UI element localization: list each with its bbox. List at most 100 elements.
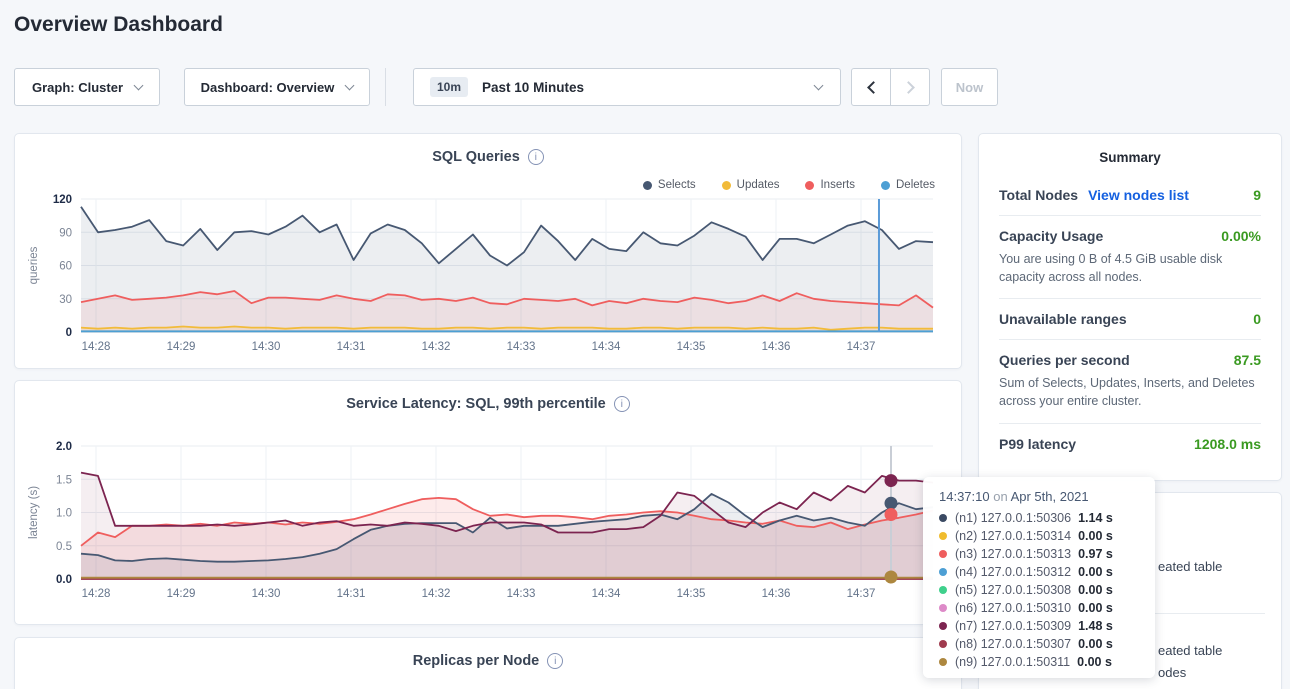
- service-latency-chart[interactable]: 0.00.51.01.52.014:2814:2914:3014:3114:32…: [15, 436, 963, 606]
- graph-dropdown[interactable]: Graph: Cluster: [14, 68, 160, 106]
- tooltip-row: (n1) 127.0.0.1:50306 1.14 s: [939, 509, 1155, 527]
- svg-text:14:31: 14:31: [337, 341, 366, 353]
- svg-text:2.0: 2.0: [56, 441, 72, 453]
- tooltip-node-value: 1.48 s: [1078, 619, 1113, 633]
- summary-description: Sum of Selects, Updates, Inserts, and De…: [999, 374, 1261, 410]
- svg-text:120: 120: [53, 194, 72, 206]
- summary-label: P99 latency: [999, 436, 1076, 452]
- chart-title-text: Replicas per Node: [413, 653, 540, 669]
- svg-text:14:33: 14:33: [507, 588, 536, 600]
- series-dot-icon: [939, 640, 947, 648]
- tooltip-node-label: (n7) 127.0.0.1:50309: [955, 619, 1071, 633]
- summary-label: Capacity Usage: [999, 228, 1103, 244]
- tooltip-node-label: (n6) 127.0.0.1:50310: [955, 601, 1071, 615]
- series-dot-icon: [939, 514, 947, 522]
- summary-value: 0: [1253, 311, 1261, 327]
- svg-text:latency (s): latency (s): [28, 486, 40, 539]
- svg-text:14:31: 14:31: [337, 588, 366, 600]
- series-dot-icon: [939, 658, 947, 666]
- tooltip-node-label: (n8) 127.0.0.1:50307: [955, 637, 1071, 651]
- summary-row-capacity-usage: Capacity Usage 0.00% You are using 0 B o…: [999, 216, 1261, 299]
- svg-text:14:35: 14:35: [677, 341, 706, 353]
- svg-text:14:34: 14:34: [592, 588, 621, 600]
- svg-text:14:30: 14:30: [252, 588, 281, 600]
- tooltip-node-value: 0.00 s: [1078, 565, 1113, 579]
- svg-text:14:36: 14:36: [762, 341, 791, 353]
- tooltip-row: (n3) 127.0.0.1:50313 0.97 s: [939, 545, 1155, 563]
- info-icon[interactable]: i: [547, 653, 563, 669]
- tooltip-row: (n4) 127.0.0.1:503120.00 s: [939, 563, 1155, 581]
- svg-text:30: 30: [59, 294, 72, 306]
- sql-queries-chart[interactable]: 030609012014:2814:2914:3014:3114:3214:33…: [15, 189, 963, 359]
- summary-value: 9: [1253, 187, 1261, 203]
- svg-text:1.5: 1.5: [56, 474, 72, 486]
- svg-text:14:36: 14:36: [762, 588, 791, 600]
- svg-text:14:32: 14:32: [422, 341, 451, 353]
- tooltip-node-value: 1.14 s: [1078, 511, 1113, 525]
- chevron-down-icon: [134, 80, 144, 90]
- svg-text:14:30: 14:30: [252, 341, 281, 353]
- info-icon[interactable]: i: [614, 396, 630, 412]
- time-range-label: Past 10 Minutes: [482, 80, 584, 95]
- info-icon[interactable]: i: [528, 149, 544, 165]
- sql-queries-title: SQL Queries i: [15, 149, 961, 165]
- event-text-fragment: eated table: [1158, 643, 1222, 658]
- svg-text:14:28: 14:28: [82, 588, 111, 600]
- tooltip-node-value: 0.00 s: [1078, 601, 1113, 615]
- chart-title-text: Service Latency: SQL, 99th percentile: [346, 396, 606, 412]
- graph-dropdown-label: Graph: Cluster: [32, 80, 123, 95]
- page-title: Overview Dashboard: [14, 13, 223, 37]
- tooltip-node-label: (n1) 127.0.0.1:50306: [955, 511, 1071, 525]
- svg-text:0: 0: [66, 327, 72, 339]
- event-text-fragment: eated table: [1158, 559, 1222, 574]
- summary-title: Summary: [979, 150, 1281, 165]
- svg-text:14:34: 14:34: [592, 341, 621, 353]
- time-prev-button[interactable]: [851, 68, 891, 106]
- svg-text:0.0: 0.0: [56, 574, 72, 586]
- series-dot-icon: [939, 550, 947, 558]
- summary-label: Queries per second: [999, 352, 1130, 368]
- time-next-button[interactable]: [890, 68, 930, 106]
- tooltip-node-value: 0.00 s: [1078, 529, 1113, 543]
- summary-row-total-nodes: Total Nodes View nodes list 9: [999, 175, 1261, 216]
- chevron-down-icon: [345, 80, 355, 90]
- series-dot-icon: [939, 604, 947, 612]
- svg-text:14:37: 14:37: [847, 341, 876, 353]
- summary-row-unavailable-ranges: Unavailable ranges 0: [999, 299, 1261, 340]
- summary-value: 87.5: [1234, 352, 1261, 368]
- dashboard-dropdown-label: Dashboard: Overview: [201, 80, 335, 95]
- tooltip-node-label: (n3) 127.0.0.1:50313: [955, 547, 1071, 561]
- summary-value: 1208.0 ms: [1194, 436, 1261, 452]
- replicas-per-node-title: Replicas per Node i: [15, 653, 961, 669]
- now-button[interactable]: Now: [941, 68, 998, 106]
- tooltip-node-value: 0.97 s: [1078, 547, 1113, 561]
- svg-text:90: 90: [59, 227, 72, 239]
- tooltip-node-value: 0.00 s: [1077, 655, 1112, 669]
- svg-text:14:33: 14:33: [507, 341, 536, 353]
- series-dot-icon: [939, 568, 947, 576]
- series-dot-icon: [939, 532, 947, 540]
- tooltip-sep: on: [990, 489, 1011, 504]
- sql-queries-card: SQL Queries i SelectsUpdatesInsertsDelet…: [14, 133, 962, 369]
- summary-row-queries-per-second: Queries per second 87.5 Sum of Selects, …: [999, 340, 1261, 423]
- series-dot-icon: [939, 622, 947, 630]
- view-nodes-list-link[interactable]: View nodes list: [1088, 187, 1189, 203]
- tooltip-time: 14:37:10: [939, 489, 990, 504]
- summary-description: You are using 0 B of 4.5 GiB usable disk…: [999, 250, 1261, 286]
- svg-text:1.0: 1.0: [56, 508, 72, 520]
- svg-text:14:35: 14:35: [677, 588, 706, 600]
- tooltip-row: (n5) 127.0.0.1:503080.00 s: [939, 581, 1155, 599]
- tooltip-row: (n7) 127.0.0.1:50309 1.48 s: [939, 617, 1155, 635]
- svg-text:14:28: 14:28: [82, 341, 111, 353]
- svg-text:14:37: 14:37: [847, 588, 876, 600]
- svg-text:14:32: 14:32: [422, 588, 451, 600]
- time-range-picker[interactable]: 10m Past 10 Minutes: [413, 68, 841, 106]
- svg-text:queries: queries: [28, 246, 40, 284]
- svg-text:14:29: 14:29: [167, 588, 196, 600]
- tooltip-row: (n2) 127.0.0.1:503140.00 s: [939, 527, 1155, 545]
- summary-label: Total Nodes: [999, 187, 1078, 203]
- series-dot-icon: [939, 586, 947, 594]
- chevron-down-icon: [814, 81, 824, 91]
- tooltip-node-value: 0.00 s: [1078, 637, 1113, 651]
- dashboard-dropdown[interactable]: Dashboard: Overview: [184, 68, 370, 106]
